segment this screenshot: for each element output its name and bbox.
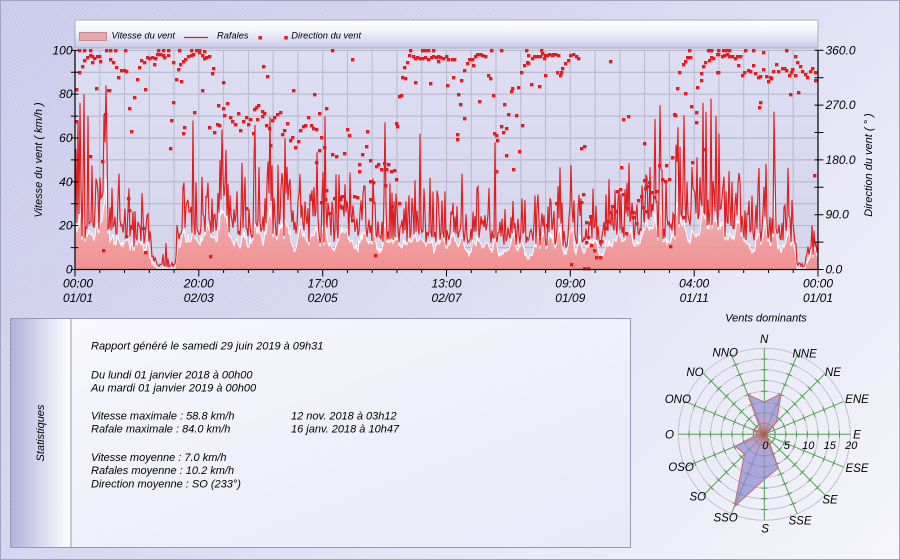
svg-text:0.0: 0.0	[826, 263, 843, 277]
svg-text:Vitesse du vent ( km/h ): Vitesse du vent ( km/h )	[33, 102, 45, 218]
svg-text:NE: NE	[825, 367, 841, 379]
svg-text:01/09: 01/09	[555, 291, 585, 305]
svg-text:12 nov. 2018 à 03h12: 12 nov. 2018 à 03h12	[291, 411, 397, 423]
svg-text:Rafales: Rafales	[217, 31, 249, 41]
svg-text:S: S	[761, 523, 769, 535]
svg-text:Rafale maximale : 84.0 km/h: Rafale maximale : 84.0 km/h	[91, 424, 230, 436]
svg-text:Statistiques: Statistiques	[35, 404, 47, 461]
svg-text:13:00: 13:00	[431, 277, 461, 291]
svg-text:5: 5	[784, 440, 791, 452]
svg-text:02/07: 02/07	[431, 291, 462, 305]
svg-text:20:00: 20:00	[183, 277, 214, 291]
svg-text:90.0: 90.0	[826, 208, 850, 222]
svg-text:Vitesse du vent: Vitesse du vent	[112, 31, 176, 41]
svg-text:SSO: SSO	[713, 512, 737, 524]
svg-text:10: 10	[802, 440, 815, 452]
svg-text:ONO: ONO	[665, 394, 691, 406]
svg-text:Vitesse moyenne : 7.0 km/h: Vitesse moyenne : 7.0 km/h	[91, 452, 227, 464]
svg-text:09:00: 09:00	[555, 277, 585, 291]
svg-text:60: 60	[59, 131, 73, 145]
svg-text:NNE: NNE	[792, 348, 817, 360]
svg-text:N: N	[760, 334, 769, 346]
svg-text:01/01: 01/01	[803, 291, 833, 305]
svg-text:40: 40	[59, 175, 73, 189]
svg-text:04:00: 04:00	[679, 277, 709, 291]
svg-text:NNO: NNO	[712, 348, 738, 360]
svg-text:360.0: 360.0	[826, 43, 856, 57]
svg-text:20: 20	[844, 440, 858, 452]
svg-text:01/01: 01/01	[63, 291, 93, 305]
svg-text:16 janv. 2018 à 10h47: 16 janv. 2018 à 10h47	[291, 424, 400, 436]
svg-text:0: 0	[66, 263, 73, 277]
svg-text:SE: SE	[822, 495, 838, 507]
svg-text:Vitesse maximale : 58.8 km/h: Vitesse maximale : 58.8 km/h	[91, 411, 234, 423]
svg-text:180.0: 180.0	[826, 153, 856, 167]
svg-text:ESE: ESE	[845, 463, 868, 475]
svg-text:20: 20	[58, 219, 73, 233]
svg-text:100: 100	[52, 43, 72, 57]
svg-text:Direction du vent: Direction du vent	[291, 31, 361, 41]
svg-text:Du lundi 01 janvier 2018 à 00h: Du lundi 01 janvier 2018 à 00h00	[91, 370, 253, 382]
svg-text:Vents dominants: Vents dominants	[725, 313, 807, 325]
svg-text:00:00: 00:00	[803, 277, 833, 291]
svg-text:02/03: 02/03	[184, 291, 214, 305]
svg-text:SO: SO	[689, 491, 706, 503]
svg-text:270.0: 270.0	[825, 98, 856, 112]
svg-text:O: O	[665, 430, 674, 442]
svg-text:17:00: 17:00	[308, 277, 338, 291]
svg-text:Au mardi 01 janvier 2019 à 00h: Au mardi 01 janvier 2019 à 00h00	[90, 383, 257, 395]
svg-text:OSO: OSO	[668, 462, 694, 474]
svg-text:ENE: ENE	[845, 394, 869, 406]
svg-text:NO: NO	[686, 367, 703, 379]
svg-text:0: 0	[762, 440, 769, 452]
svg-text:Direction du vent ( ° ): Direction du vent ( ° )	[863, 113, 875, 217]
svg-text:80: 80	[59, 87, 73, 101]
svg-text:Direction moyenne : SO (233°): Direction moyenne : SO (233°)	[91, 479, 241, 491]
svg-text:00:00: 00:00	[63, 277, 93, 291]
svg-text:02/05: 02/05	[308, 291, 338, 305]
svg-text:Rapport généré le samedi 29 ju: Rapport généré le samedi 29 juin 2019 à …	[91, 341, 323, 353]
svg-text:SSE: SSE	[788, 516, 811, 528]
svg-text:Rafales moyenne : 10.2 km/h: Rafales moyenne : 10.2 km/h	[91, 465, 234, 477]
svg-text:15: 15	[824, 440, 837, 452]
svg-text:01/11: 01/11	[680, 291, 709, 305]
